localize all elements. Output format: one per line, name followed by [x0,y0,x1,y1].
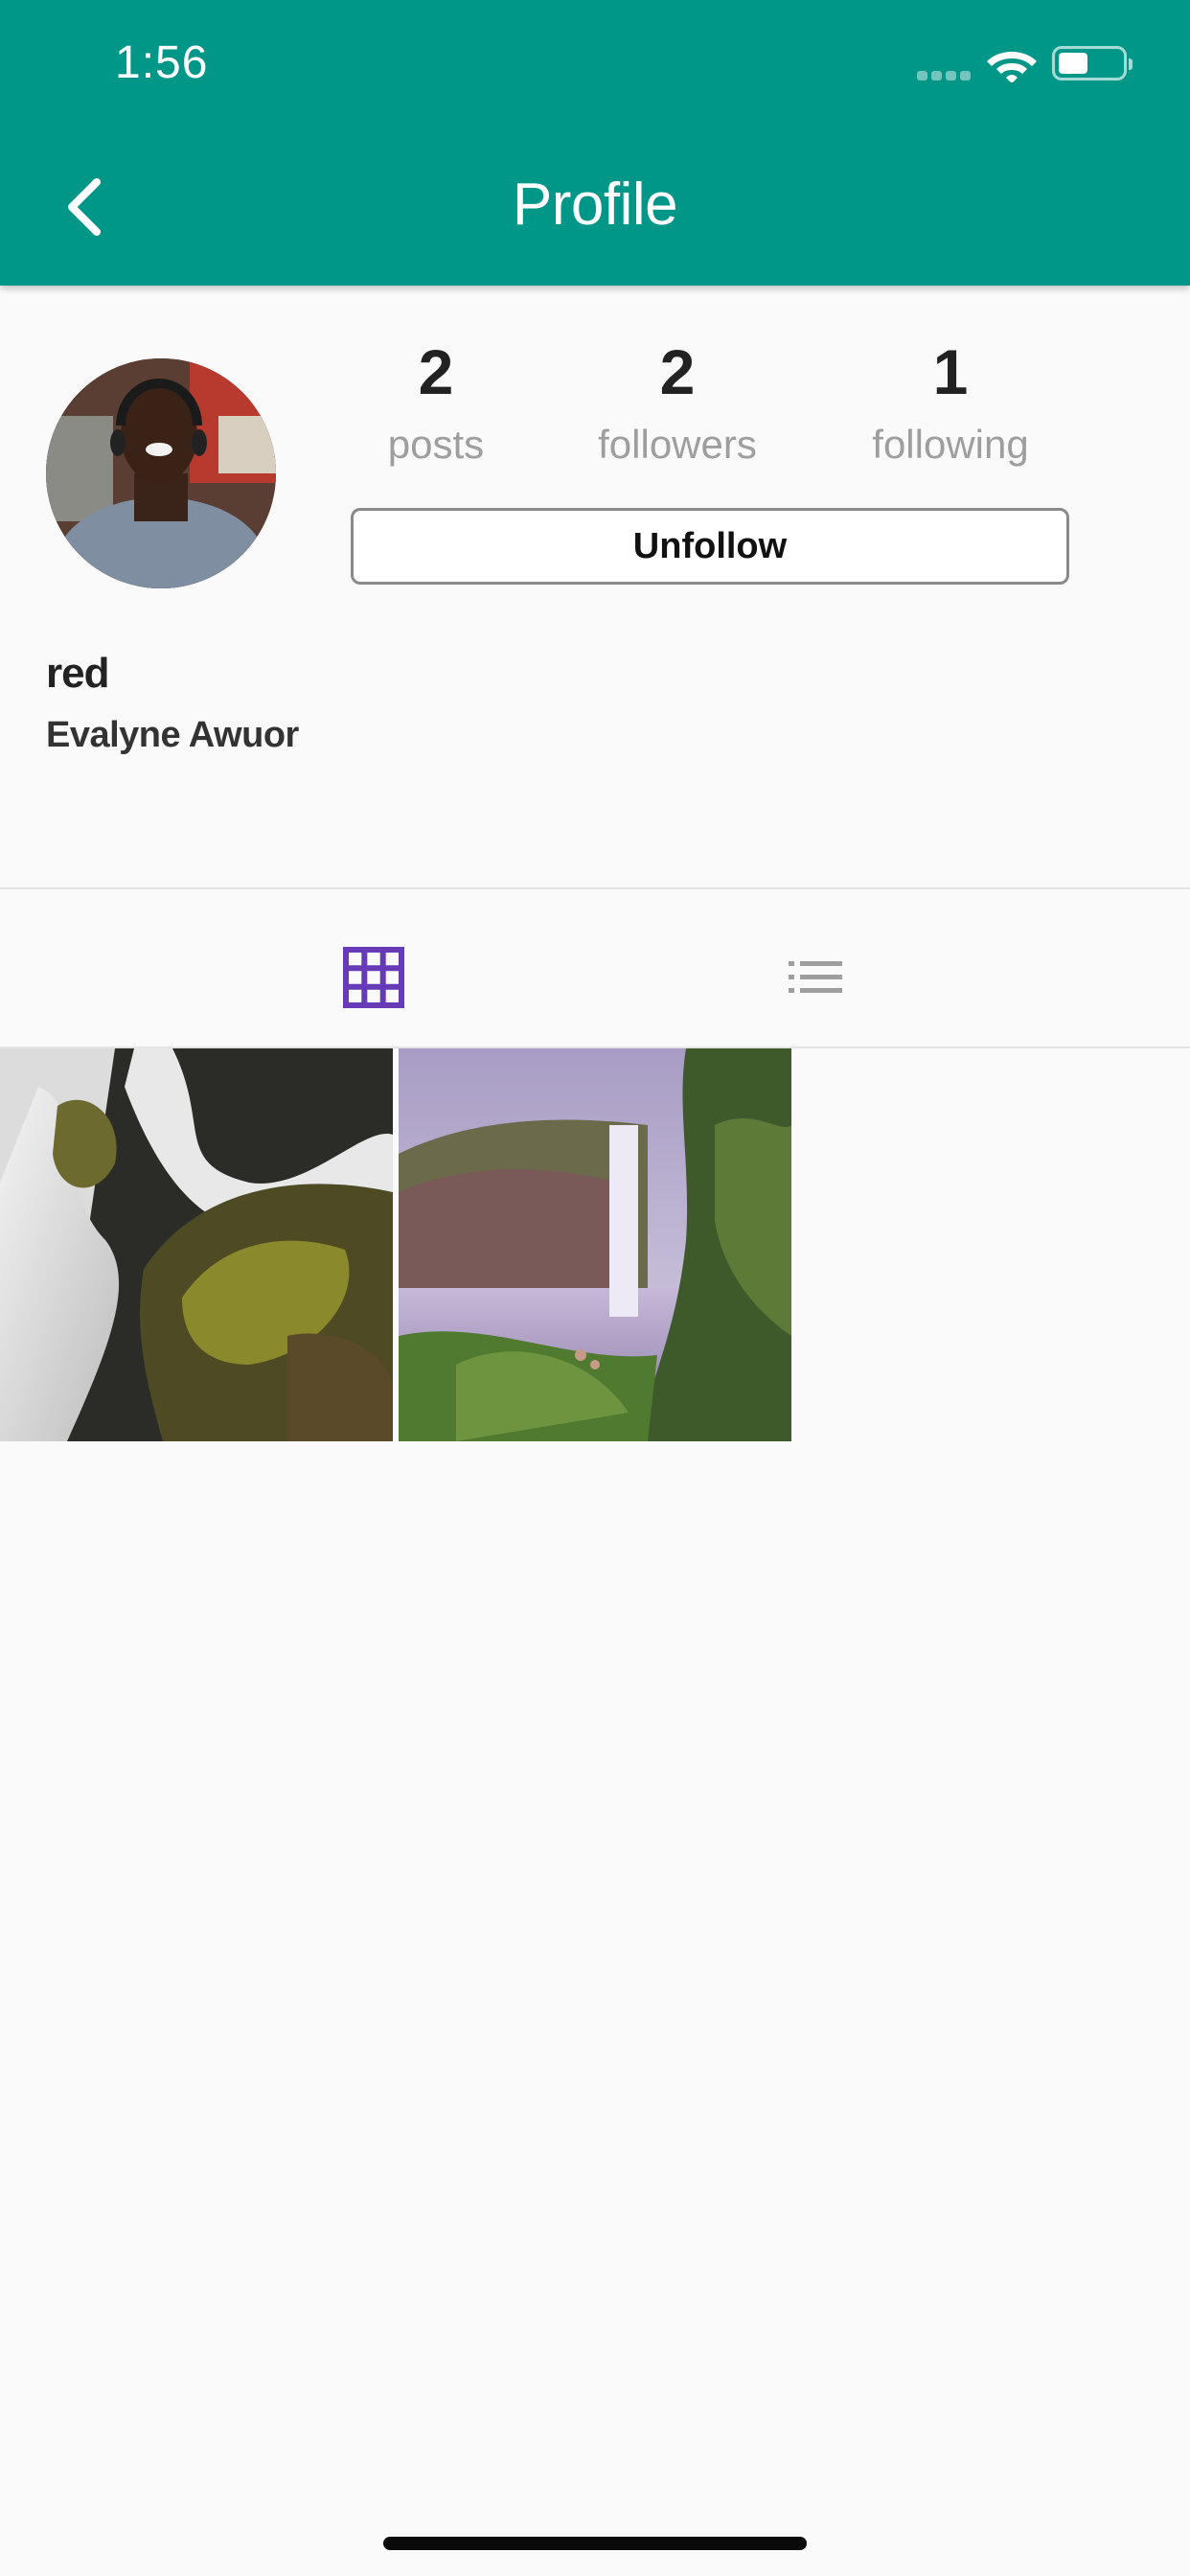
page-title: Profile [512,172,678,238]
grid-icon [343,947,404,1008]
battery-level [1059,53,1087,74]
avatar [46,358,276,588]
status-time: 1:56 [115,37,209,88]
app-header: 1:56 Profile [0,0,1190,286]
stat-following[interactable]: 1 following [835,334,1065,472]
stat-followers-label: followers [598,422,757,467]
cellular-signal-icon [917,71,971,80]
battery-icon [1052,46,1133,80]
tab-list-view[interactable] [777,939,854,1016]
tabs-divider-top [0,887,1190,889]
post-thumbnail-1[interactable] [0,1048,393,1441]
stat-followers[interactable]: 2 followers [562,334,792,472]
list-icon [789,961,842,993]
stat-followers-value: 2 [659,336,696,407]
home-indicator[interactable] [383,2537,807,2550]
stat-following-value: 1 [932,336,969,407]
wifi-icon [987,52,1037,82]
stat-following-label: following [872,422,1029,467]
tab-grid-view[interactable] [335,939,412,1016]
username: red [46,650,109,697]
post-thumbnail-2[interactable] [399,1048,791,1441]
full-name: Evalyne Awuor [46,715,299,755]
stat-posts[interactable]: 2 posts [321,334,551,472]
unfollow-button[interactable]: Unfollow [351,508,1069,585]
stat-posts-value: 2 [418,336,454,407]
stat-posts-label: posts [387,422,485,467]
